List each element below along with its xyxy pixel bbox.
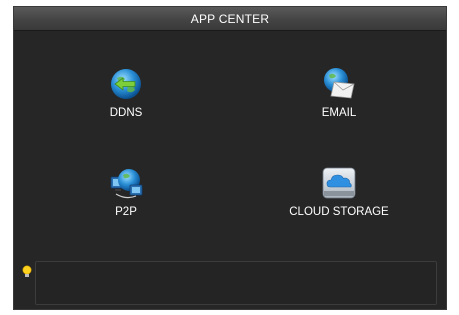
cloud-drive-icon [322, 167, 356, 199]
app-email-label: EMAIL [321, 107, 357, 119]
app-email-button[interactable]: EMAIL [259, 66, 419, 130]
window-title: APP CENTER [190, 12, 270, 26]
app-center-window: APP CENTER DDNS EMAIL P2P CLOUD STORAGE [13, 6, 447, 310]
title-bar: APP CENTER [14, 7, 446, 31]
globe-monitor-icon [110, 169, 143, 199]
globe-arrow-icon [111, 69, 141, 99]
app-cloud-storage-label: CLOUD STORAGE [289, 206, 389, 218]
app-cloud-storage-button[interactable]: CLOUD STORAGE [259, 165, 419, 229]
globe-envelope-icon [324, 68, 355, 99]
app-p2p-label: P2P [115, 206, 137, 218]
tip-message-box [35, 261, 437, 305]
lightbulb-icon [22, 265, 32, 277]
app-ddns-button[interactable]: DDNS [46, 66, 206, 130]
app-ddns-label: DDNS [109, 107, 143, 119]
app-p2p-button[interactable]: P2P [46, 165, 206, 229]
